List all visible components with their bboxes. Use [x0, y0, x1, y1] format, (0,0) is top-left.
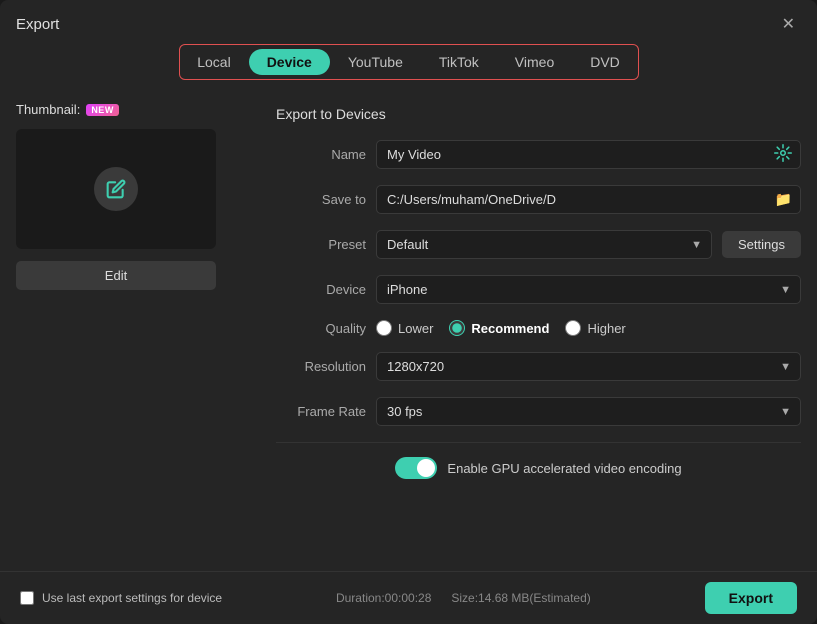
- frame-rate-label: Frame Rate: [276, 404, 366, 419]
- resolution-select-wrapper: 1280x720 1920x1080 3840x2160 ▼: [376, 352, 801, 381]
- close-button[interactable]: ✕: [776, 12, 801, 36]
- edit-button[interactable]: Edit: [16, 261, 216, 290]
- right-panel: Export to Devices Name Save to: [276, 102, 801, 571]
- device-label: Device: [276, 282, 366, 297]
- dialog-title: Export: [16, 16, 59, 33]
- frame-rate-select-wrapper: 24 fps 30 fps 60 fps ▼: [376, 397, 801, 426]
- tab-vimeo[interactable]: Vimeo: [497, 49, 572, 75]
- gpu-toggle[interactable]: [395, 457, 437, 479]
- ai-icon[interactable]: [774, 144, 792, 166]
- device-row: Device iPhone iPad Android Apple TV ▼: [276, 275, 801, 304]
- quality-recommend[interactable]: Recommend: [449, 320, 549, 336]
- title-bar: Export ✕: [0, 0, 817, 44]
- preset-label: Preset: [276, 237, 366, 252]
- save-to-input[interactable]: [387, 186, 775, 213]
- quality-higher-radio[interactable]: [565, 320, 581, 336]
- quality-label: Quality: [276, 321, 366, 336]
- gpu-row: Enable GPU accelerated video encoding: [276, 457, 801, 479]
- resolution-row: Resolution 1280x720 1920x1080 3840x2160 …: [276, 352, 801, 381]
- device-select[interactable]: iPhone iPad Android Apple TV: [376, 275, 801, 304]
- save-to-label: Save to: [276, 192, 366, 207]
- save-to-wrapper: 📁: [376, 185, 801, 214]
- device-select-wrapper: iPhone iPad Android Apple TV ▼: [376, 275, 801, 304]
- name-input-wrapper: [376, 140, 801, 169]
- divider: [276, 442, 801, 443]
- tab-dvd[interactable]: DVD: [572, 49, 638, 75]
- quality-recommend-radio[interactable]: [449, 320, 465, 336]
- folder-icon[interactable]: 📁: [775, 191, 792, 208]
- footer: Use last export settings for device Dura…: [0, 571, 817, 624]
- thumbnail-label-text: Thumbnail:: [16, 102, 80, 117]
- main-content: Thumbnail: NEW Edit Export to Devices Na…: [0, 102, 817, 571]
- save-to-row: Save to 📁: [276, 185, 801, 214]
- tab-local[interactable]: Local: [179, 49, 248, 75]
- size-info: Size:14.68 MB(Estimated): [451, 591, 590, 605]
- footer-center: Duration:00:00:28 Size:14.68 MB(Estimate…: [336, 591, 591, 605]
- gpu-label: Enable GPU accelerated video encoding: [447, 461, 681, 476]
- new-badge: NEW: [86, 104, 119, 116]
- frame-rate-select[interactable]: 24 fps 30 fps 60 fps: [376, 397, 801, 426]
- quality-lower-label: Lower: [398, 321, 433, 336]
- quality-recommend-label: Recommend: [471, 321, 549, 336]
- tab-device[interactable]: Device: [249, 49, 330, 75]
- preset-row: Preset Default Custom ▼ Settings: [276, 230, 801, 259]
- footer-left: Use last export settings for device: [20, 591, 222, 605]
- export-button[interactable]: Export: [705, 582, 797, 614]
- preset-select[interactable]: Default Custom: [376, 230, 712, 259]
- quality-higher[interactable]: Higher: [565, 320, 625, 336]
- last-settings-checkbox[interactable]: [20, 591, 34, 605]
- thumbnail-preview: [16, 129, 216, 249]
- thumbnail-label-row: Thumbnail: NEW: [16, 102, 256, 117]
- preset-select-wrapper: Default Custom ▼: [376, 230, 712, 259]
- last-settings-label[interactable]: Use last export settings for device: [42, 591, 222, 605]
- settings-button[interactable]: Settings: [722, 231, 801, 258]
- edit-icon: [94, 167, 138, 211]
- quality-higher-label: Higher: [587, 321, 625, 336]
- name-row: Name: [276, 140, 801, 169]
- tab-youtube[interactable]: YouTube: [330, 49, 421, 75]
- export-dialog: Export ✕ Local Device YouTube TikTok Vim…: [0, 0, 817, 624]
- duration-info: Duration:00:00:28: [336, 591, 431, 605]
- left-panel: Thumbnail: NEW Edit: [16, 102, 256, 571]
- quality-lower[interactable]: Lower: [376, 320, 433, 336]
- quality-group: Lower Recommend Higher: [376, 320, 626, 336]
- tab-bar: Local Device YouTube TikTok Vimeo DVD: [179, 44, 639, 80]
- tab-tiktok[interactable]: TikTok: [421, 49, 497, 75]
- quality-row: Quality Lower Recommend Higher: [276, 320, 801, 336]
- quality-lower-radio[interactable]: [376, 320, 392, 336]
- name-label: Name: [276, 147, 366, 162]
- name-input[interactable]: [387, 141, 774, 168]
- resolution-select[interactable]: 1280x720 1920x1080 3840x2160: [376, 352, 801, 381]
- section-title: Export to Devices: [276, 106, 801, 122]
- frame-rate-row: Frame Rate 24 fps 30 fps 60 fps ▼: [276, 397, 801, 426]
- resolution-label: Resolution: [276, 359, 366, 374]
